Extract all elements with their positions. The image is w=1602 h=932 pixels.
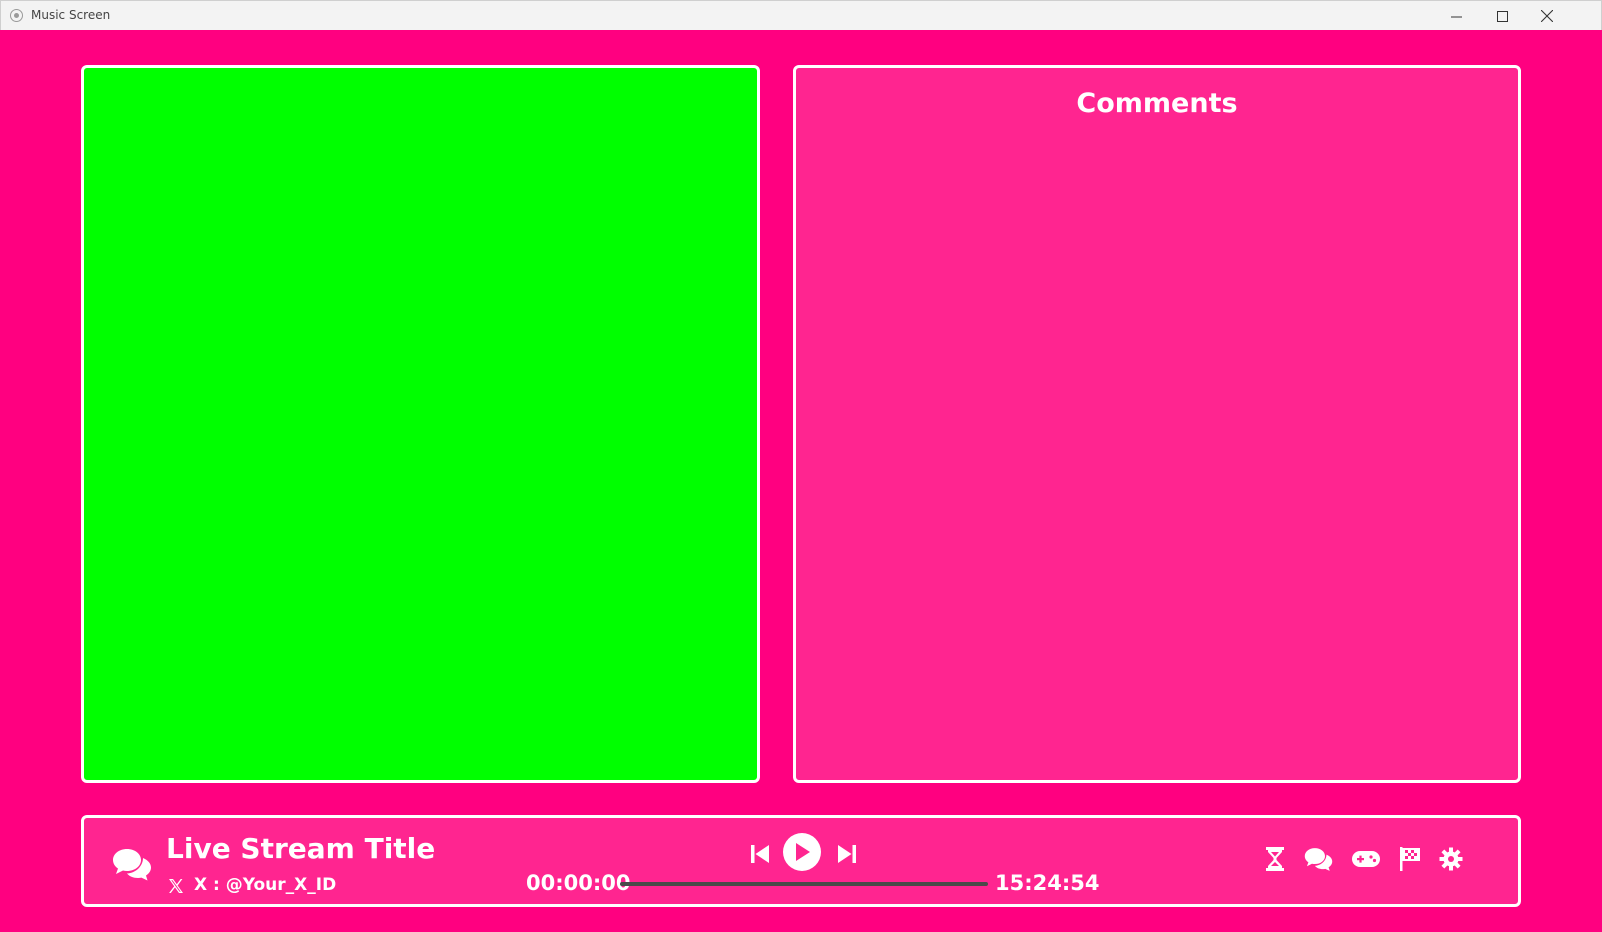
app-icon bbox=[10, 9, 23, 22]
settings-button[interactable] bbox=[1436, 844, 1466, 874]
window-titlebar: Music Screen bbox=[0, 0, 1602, 30]
game-button[interactable] bbox=[1349, 844, 1383, 874]
checkered-flag-icon bbox=[1400, 847, 1420, 871]
video-panel bbox=[81, 65, 760, 783]
previous-button[interactable] bbox=[748, 841, 772, 867]
play-button[interactable] bbox=[783, 833, 821, 871]
close-button[interactable] bbox=[1524, 1, 1570, 31]
next-icon bbox=[838, 845, 856, 863]
minimize-icon bbox=[1450, 16, 1462, 17]
x-handle: X : @Your_X_ID bbox=[194, 875, 337, 895]
previous-icon bbox=[751, 845, 769, 863]
comments-panel: Comments bbox=[793, 65, 1521, 783]
comments-title: Comments bbox=[1076, 88, 1238, 119]
maximize-icon bbox=[1496, 10, 1508, 22]
close-icon bbox=[1541, 10, 1553, 22]
window-title: Music Screen bbox=[31, 8, 111, 22]
chat-icon bbox=[1304, 848, 1332, 871]
x-logo-icon bbox=[169, 879, 183, 893]
timer-button[interactable] bbox=[1260, 844, 1290, 874]
stream-title: Live Stream Title bbox=[166, 832, 436, 865]
play-icon bbox=[796, 843, 810, 861]
race-button[interactable] bbox=[1395, 844, 1425, 874]
maximize-button[interactable] bbox=[1479, 1, 1525, 31]
gear-icon bbox=[1439, 847, 1463, 871]
total-time: 15:24:54 bbox=[995, 871, 1100, 895]
chat-icon bbox=[113, 849, 151, 881]
next-button[interactable] bbox=[835, 841, 859, 867]
gamepad-icon bbox=[1352, 851, 1380, 867]
chat-button[interactable] bbox=[1302, 844, 1334, 874]
current-time: 00:00:00 bbox=[526, 871, 631, 895]
hourglass-icon bbox=[1266, 847, 1284, 871]
minimize-button[interactable] bbox=[1433, 1, 1479, 31]
player-bar: Live Stream Title X : @Your_X_ID 00:00:0… bbox=[81, 815, 1521, 907]
progress-slider[interactable] bbox=[620, 882, 988, 886]
